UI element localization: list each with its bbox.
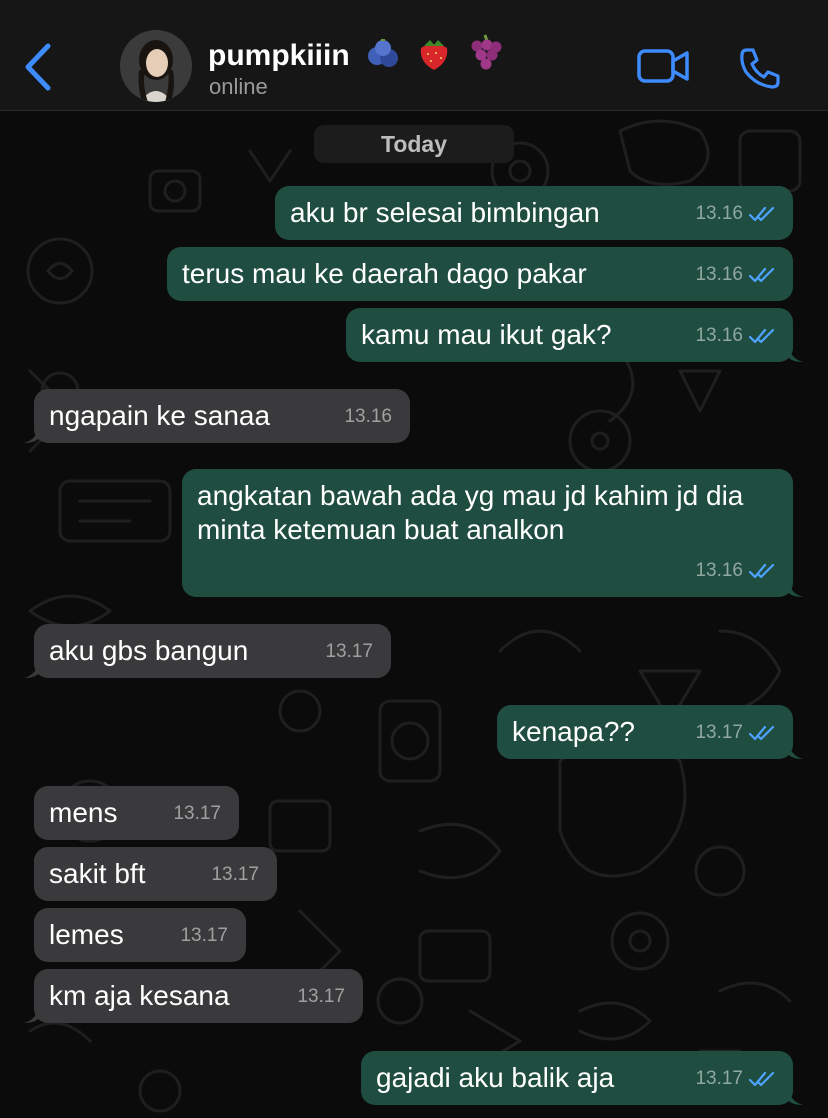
bubble-tail (787, 577, 803, 597)
message-meta: 13.16 (344, 400, 392, 434)
date-separator: Today (314, 125, 514, 163)
grapes-icon (467, 33, 503, 81)
message-text: ngapain ke sanaa (49, 400, 271, 431)
incoming-message[interactable]: sakit bft 13.17 (34, 847, 277, 901)
read-receipt-icon (749, 725, 775, 741)
message-text: terus mau ke daerah dago pakar (182, 258, 587, 289)
outgoing-message[interactable]: angkatan bawah ada yg mau jd kahim jd di… (182, 469, 803, 597)
message-time: 13.17 (695, 1068, 743, 1089)
outgoing-message[interactable]: gajadi aku balik aja 13.17 (361, 1051, 803, 1105)
message-meta: 13.16 (695, 258, 775, 292)
message-time: 13.16 (695, 203, 743, 224)
outgoing-message[interactable]: terus mau ke daerah dago pakar 13.16 (167, 247, 793, 301)
incoming-message[interactable]: aku gbs bangun 13.17 (24, 624, 391, 678)
read-receipt-icon (749, 1071, 775, 1087)
incoming-message[interactable]: mens 13.17 (34, 786, 239, 840)
message-meta: 13.17 (695, 716, 775, 750)
bubble-tail (787, 739, 803, 759)
message-time: 13.17 (180, 925, 228, 946)
bubble-tail (24, 423, 40, 443)
message-meta: 13.16 (695, 197, 775, 231)
message-time: 13.16 (695, 264, 743, 285)
chat-header: pumpkiiin online (0, 0, 828, 111)
message-time: 13.17 (211, 864, 259, 885)
bubble-tail (24, 1003, 40, 1023)
bubble-tail (787, 342, 803, 362)
read-receipt-icon (749, 563, 775, 579)
message-meta: 13.17 (211, 858, 259, 892)
outgoing-message[interactable]: kamu mau ikut gak? 13.16 (346, 308, 803, 362)
voice-call-button[interactable] (738, 46, 782, 90)
contact-name-text: pumpkiiin (208, 38, 350, 72)
bubble-tail (24, 658, 40, 678)
contact-status: online (209, 74, 268, 99)
outgoing-message[interactable]: aku br selesai bimbingan 13.16 (275, 186, 793, 240)
outgoing-message[interactable]: kenapa?? 13.17 (497, 705, 803, 759)
message-meta: 13.17 (173, 797, 221, 831)
avatar-photo (120, 30, 192, 102)
read-receipt-icon (749, 328, 775, 344)
message-meta: 13.17 (695, 1062, 775, 1096)
message-meta: 13.17 (297, 980, 345, 1014)
message-text: angkatan bawah ada yg mau jd kahim jd di… (197, 480, 752, 545)
message-time: 13.16 (695, 325, 743, 346)
bubble-tail (787, 1085, 803, 1105)
contact-avatar[interactable] (120, 30, 192, 102)
phone-icon (740, 48, 780, 89)
blueberries-icon (364, 34, 402, 80)
read-receipt-icon (749, 267, 775, 283)
chevron-left-icon (25, 43, 51, 91)
incoming-message[interactable]: km aja kesana 13.17 (24, 969, 363, 1023)
message-time: 13.17 (325, 641, 373, 662)
message-meta: 13.16 (695, 319, 775, 353)
message-meta: 13.17 (180, 919, 228, 953)
chat-area[interactable]: Today aku br selesai bimbingan 13.16 terus… (0, 111, 828, 1118)
message-meta: 13.16 (695, 554, 775, 588)
incoming-message[interactable]: lemes 13.17 (34, 908, 246, 962)
back-button[interactable] (20, 42, 60, 92)
strawberry-icon (416, 34, 452, 80)
message-time: 13.16 (344, 406, 392, 427)
message-time: 13.17 (173, 803, 221, 824)
message-time: 13.16 (695, 560, 743, 581)
read-receipt-icon (749, 206, 775, 222)
message-time: 13.17 (695, 722, 743, 743)
video-camera-icon (637, 49, 689, 83)
message-meta: 13.17 (325, 635, 373, 669)
incoming-message[interactable]: ngapain ke sanaa 13.16 (24, 389, 410, 443)
message-time: 13.17 (297, 986, 345, 1007)
video-call-button[interactable] (636, 46, 690, 86)
